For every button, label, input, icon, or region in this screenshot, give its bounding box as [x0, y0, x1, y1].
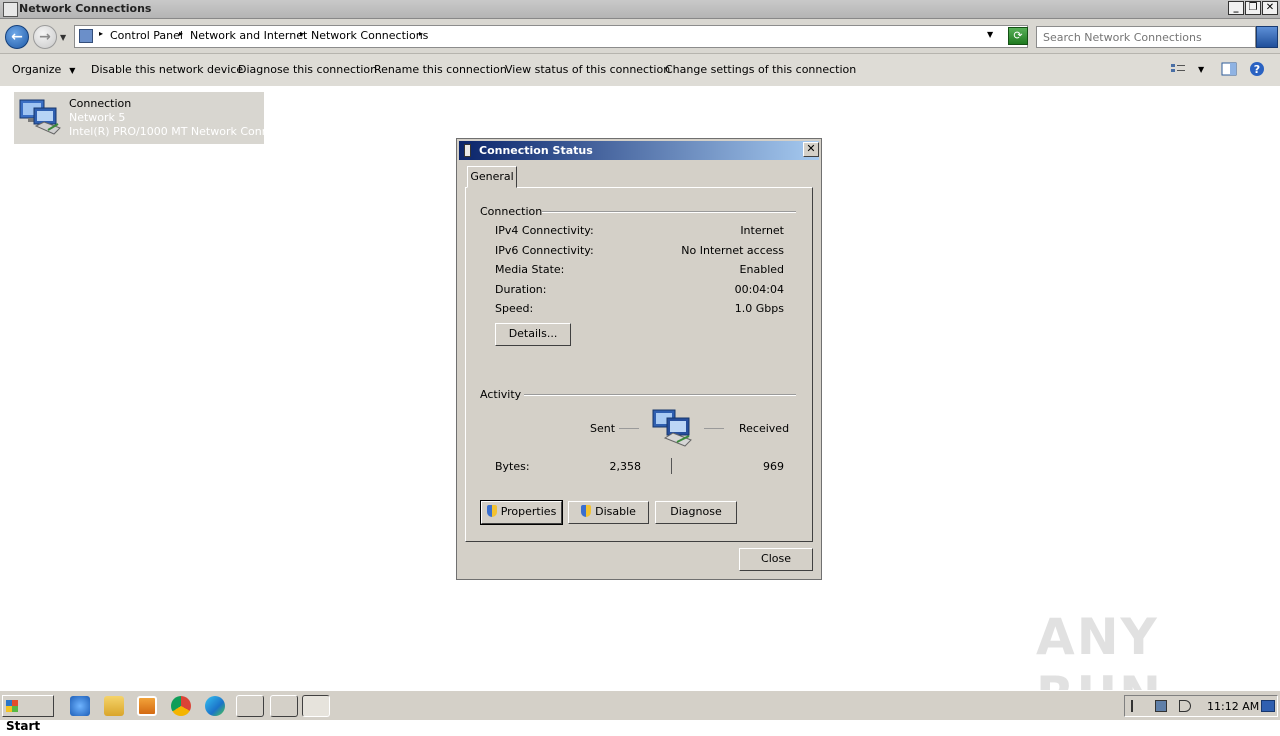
- network-tray-icon[interactable]: [1155, 700, 1167, 712]
- view-status-button[interactable]: View status of this connection: [505, 63, 670, 76]
- dialog-title: Connection Status: [479, 144, 593, 157]
- connection-item[interactable]: Connection Network 5 Intel(R) PRO/1000 M…: [14, 92, 279, 144]
- group-divider: [542, 211, 796, 213]
- breadcrumb-control-panel[interactable]: Control Panel: [110, 29, 183, 42]
- refresh-button[interactable]: ⟳: [1008, 27, 1028, 45]
- chrome-icon[interactable]: [171, 696, 191, 716]
- organize-label: Organize: [12, 63, 62, 76]
- breadcrumb-network-connections[interactable]: Network Connections: [311, 29, 428, 42]
- connection-network: Network 5: [69, 111, 126, 124]
- received-line: [704, 428, 724, 429]
- uac-shield-icon: [581, 505, 592, 517]
- ipv4-label: IPv4 Connectivity:: [495, 224, 594, 237]
- properties-button[interactable]: Properties: [480, 500, 563, 525]
- bytes-received-value: 969: [763, 460, 784, 473]
- duration-value: 00:04:04: [734, 283, 784, 296]
- bytes-divider: [671, 458, 672, 474]
- media-state-label: Media State:: [495, 263, 565, 276]
- group-divider: [524, 394, 796, 396]
- control-panel-icon: [79, 29, 93, 43]
- views-icon[interactable]: [1170, 62, 1186, 76]
- change-settings-button[interactable]: Change settings of this connection: [665, 63, 856, 76]
- action-center-flag-icon[interactable]: [1131, 700, 1143, 712]
- chevron-right-icon[interactable]: ▸: [300, 29, 304, 38]
- start-label: Start: [6, 719, 41, 733]
- history-dropdown-icon[interactable]: ▼: [60, 33, 66, 42]
- bytes-label: Bytes:: [495, 460, 530, 473]
- connection-group-label: Connection: [480, 205, 543, 218]
- taskbar-app-button[interactable]: [270, 695, 298, 717]
- bytes-sent-value: 2,358: [609, 460, 642, 473]
- address-row: ← → ▼ ▸ Control Panel ▸ Network and Inte…: [0, 19, 1280, 54]
- media-state-value: Enabled: [739, 263, 784, 276]
- speed-label: Speed:: [495, 302, 534, 315]
- speed-value: 1.0 Gbps: [734, 302, 784, 315]
- network-adapter-icon: [19, 99, 61, 135]
- duration-label: Duration:: [495, 283, 547, 296]
- preview-pane-icon[interactable]: [1221, 62, 1237, 79]
- connection-name: Connection: [69, 97, 132, 110]
- network-icon: [464, 144, 471, 157]
- windows-logo-icon: [6, 700, 18, 712]
- rename-connection-button[interactable]: Rename this connection: [374, 63, 507, 76]
- uac-shield-icon: [486, 505, 497, 517]
- address-bar[interactable]: ▸ Control Panel ▸ Network and Internet ▸…: [74, 25, 1028, 48]
- edge-icon[interactable]: [205, 696, 225, 716]
- chevron-down-icon: ▼: [69, 66, 76, 75]
- activity-group-label: Activity: [480, 388, 522, 401]
- received-label: Received: [739, 422, 790, 435]
- taskbar-network-connections-button[interactable]: [302, 695, 330, 717]
- chevron-right-icon[interactable]: ▸: [419, 29, 423, 38]
- disable-label: Disable: [595, 505, 636, 518]
- forward-button[interactable]: →: [33, 25, 57, 49]
- connection-adapter: Intel(R) PRO/1000 MT Network Conn...: [69, 125, 280, 138]
- diagnose-button[interactable]: Diagnose: [655, 501, 737, 524]
- dialog-close-icon[interactable]: ✕: [803, 142, 819, 157]
- chevron-down-icon[interactable]: ▼: [987, 30, 993, 39]
- search-icon[interactable]: [1256, 26, 1278, 48]
- command-bar: Organize ▼ Disable this network device Di…: [0, 54, 1280, 87]
- clock[interactable]: 11:12 AM: [1207, 700, 1259, 713]
- ipv6-value: No Internet access: [681, 244, 784, 257]
- breadcrumb-network-and-internet[interactable]: Network and Internet: [190, 29, 307, 42]
- ipv6-label: IPv6 Connectivity:: [495, 244, 594, 257]
- show-desktop-icon[interactable]: [1261, 700, 1275, 712]
- organize-menu[interactable]: Organize ▼: [12, 63, 75, 76]
- general-tab-panel: Connection IPv4 Connectivity: Internet I…: [465, 187, 813, 542]
- properties-label: Properties: [500, 505, 557, 518]
- details-button[interactable]: Details...: [495, 323, 571, 346]
- chevron-right-icon[interactable]: ▸: [179, 29, 183, 38]
- ipv4-value: Internet: [740, 224, 784, 237]
- network-activity-icon: [652, 409, 692, 447]
- disable-device-button[interactable]: Disable this network device: [91, 63, 243, 76]
- svg-text:?: ?: [1254, 63, 1260, 76]
- taskbar-app-button[interactable]: [236, 695, 264, 717]
- window-title-bar: Network Connections _ ❐ ✕: [0, 0, 1280, 19]
- file-explorer-icon[interactable]: [104, 696, 124, 716]
- diagnose-connection-button[interactable]: Diagnose this connection: [238, 63, 377, 76]
- disable-button[interactable]: Disable: [568, 501, 649, 524]
- close-button[interactable]: Close: [739, 548, 813, 571]
- sent-label: Sent: [590, 422, 616, 435]
- search-input[interactable]: [1036, 26, 1256, 48]
- dialog-title-bar: Connection Status ✕: [459, 141, 819, 160]
- system-tray: 11:12 AM: [1124, 695, 1278, 717]
- tab-general[interactable]: General: [467, 166, 517, 188]
- volume-icon[interactable]: [1179, 700, 1191, 712]
- chevron-right-icon[interactable]: ▸: [99, 29, 103, 38]
- network-connections-icon: [3, 2, 18, 17]
- connection-status-dialog: Connection Status ✕ General Connection I…: [456, 138, 822, 580]
- help-icon[interactable]: ?: [1249, 61, 1265, 80]
- minimize-button[interactable]: _: [1228, 1, 1244, 15]
- internet-explorer-icon[interactable]: [70, 696, 90, 716]
- close-window-button[interactable]: ✕: [1262, 1, 1278, 15]
- taskbar: Start 11:12 AM: [0, 690, 1280, 733]
- back-button[interactable]: ←: [5, 25, 29, 49]
- sent-line: [619, 428, 639, 429]
- window-title: Network Connections: [19, 2, 152, 15]
- start-button[interactable]: Start: [2, 695, 54, 733]
- restore-button[interactable]: ❐: [1245, 1, 1261, 15]
- chevron-down-icon[interactable]: ▼: [1198, 65, 1204, 74]
- media-player-icon[interactable]: [137, 696, 157, 716]
